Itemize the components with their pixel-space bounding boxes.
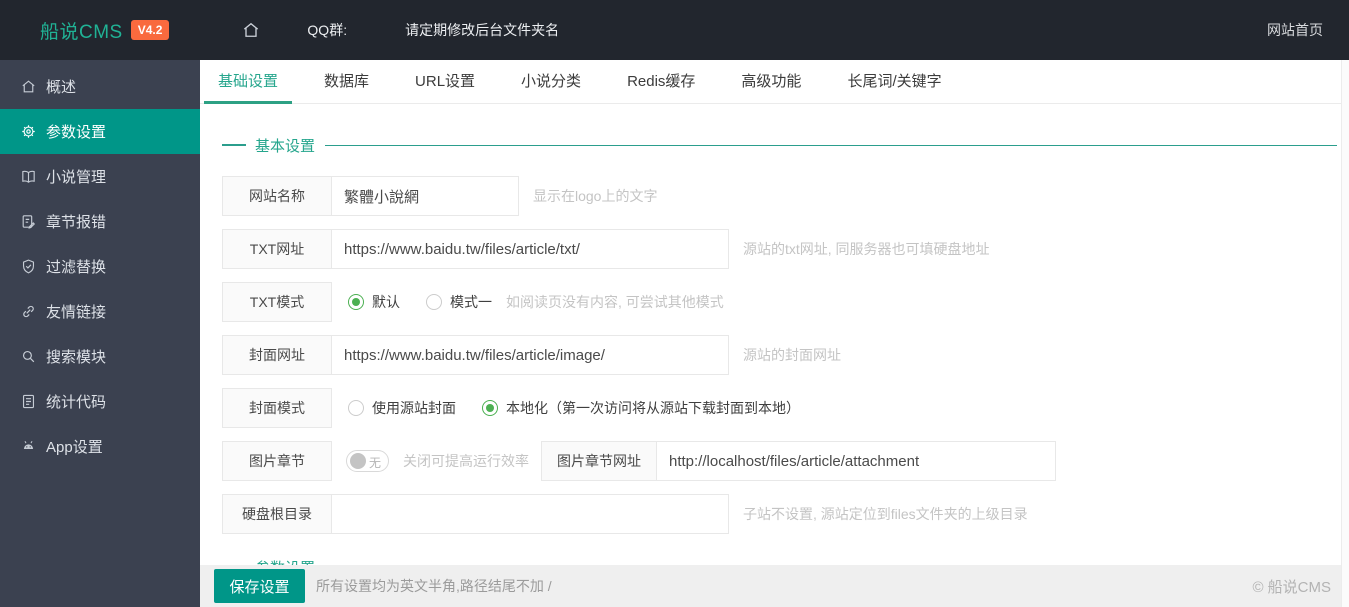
section-title: 基本设置	[255, 137, 316, 155]
txt-url-hint: 源站的txt网址, 同服务器也可填硬盘地址	[743, 241, 990, 257]
site-name-label: 网站名称	[222, 176, 332, 216]
gear-icon	[20, 123, 37, 140]
sidebar-item-search-module[interactable]: 搜索模块	[0, 334, 200, 379]
sidebar-item-friend-links[interactable]: 友情链接	[0, 289, 200, 334]
vertical-scrollbar[interactable]	[1341, 60, 1349, 607]
disk-root-label: 硬盘根目录	[222, 494, 332, 534]
cover-url-input[interactable]	[331, 335, 729, 375]
tab-basic-settings[interactable]: 基础设置	[204, 60, 293, 104]
form-row-site-name: 网站名称 显示在logo上的文字	[222, 176, 1337, 216]
toggle-knob	[350, 453, 366, 469]
version-badge: V4.2	[130, 20, 170, 40]
sidebar: 概述 参数设置 小说管理 章节报错 过滤替换 友情链接 搜索模块 统计代码 Ap…	[0, 60, 200, 607]
radio-unchecked-icon	[348, 400, 364, 416]
link-icon	[20, 303, 37, 320]
radio-option-label: 模式一	[450, 294, 492, 310]
txt-mode-option-mode1[interactable]: 模式一	[426, 292, 492, 312]
app-logo[interactable]: 船说CMS	[40, 17, 123, 44]
home-icon	[20, 78, 37, 95]
sidebar-item-novel-management[interactable]: 小说管理	[0, 154, 200, 199]
txt-url-label: TXT网址	[222, 229, 332, 269]
footer-note: 所有设置均为英文半角,路径结尾不加 /	[316, 578, 552, 594]
settings-tabs: 基础设置 数据库 URL设置 小说分类 Redis缓存 高级功能 长尾词/关键字	[200, 60, 1349, 104]
image-chapter-toggle[interactable]: 无	[346, 450, 389, 472]
report-icon	[20, 213, 37, 230]
cover-url-hint: 源站的封面网址	[743, 347, 841, 363]
disk-root-hint: 子站不设置, 源站定位到files文件夹的上级目录	[743, 506, 1028, 522]
topbar-notice: 请定期修改后台文件夹名	[405, 22, 560, 38]
site-name-input[interactable]	[331, 176, 519, 216]
copyright-text: © 船说CMS	[1252, 578, 1331, 596]
tab-redis-cache[interactable]: Redis缓存	[613, 60, 709, 103]
image-chapter-hint: 关闭可提高运行效率	[403, 453, 529, 469]
form-row-cover-mode: 封面模式 使用源站封面 本地化（第一次访问将从源站下载封面到本地）	[222, 388, 1337, 428]
save-settings-button[interactable]: 保存设置	[214, 569, 305, 603]
sidebar-item-chapter-errors[interactable]: 章节报错	[0, 199, 200, 244]
document-code-icon	[20, 393, 37, 410]
section-dash	[222, 144, 246, 146]
home-icon[interactable]	[241, 20, 261, 40]
sidebar-item-label: 搜索模块	[46, 349, 107, 366]
image-chapter-label: 图片章节	[222, 441, 332, 481]
sidebar-item-label: 小说管理	[46, 169, 107, 186]
search-icon	[20, 348, 37, 365]
txt-mode-hint: 如阅读页没有内容, 可尝试其他模式	[506, 294, 724, 310]
tab-longtail-keywords[interactable]: 长尾词/关键字	[833, 60, 955, 103]
disk-root-input[interactable]	[331, 494, 729, 534]
radio-checked-icon	[348, 294, 364, 310]
sidebar-item-parameter-settings[interactable]: 参数设置	[0, 109, 200, 154]
site-name-hint: 显示在logo上的文字	[533, 188, 658, 204]
tab-url-settings[interactable]: URL设置	[401, 60, 489, 103]
image-chapter-url-input[interactable]	[656, 441, 1056, 481]
main-content: 基础设置 数据库 URL设置 小说分类 Redis缓存 高级功能 长尾词/关键字…	[200, 60, 1349, 607]
sidebar-item-statistics-code[interactable]: 统计代码	[0, 379, 200, 424]
shield-check-icon	[20, 258, 37, 275]
sidebar-item-label: 统计代码	[46, 394, 107, 411]
form-scroll-area: 基本设置 网站名称 显示在logo上的文字 TXT网址 源站的txt网址, 同服…	[200, 104, 1349, 607]
sidebar-item-label: App设置	[46, 439, 103, 456]
qq-group-label: QQ群:	[307, 22, 348, 38]
sidebar-item-label: 友情链接	[46, 304, 107, 321]
sidebar-item-label: 过滤替换	[46, 259, 107, 276]
cover-mode-label: 封面模式	[222, 388, 332, 428]
book-icon	[20, 168, 37, 185]
cover-mode-option-localize[interactable]: 本地化（第一次访问将从源站下载封面到本地）	[482, 398, 800, 418]
txt-url-input[interactable]	[331, 229, 729, 269]
tab-advanced-features[interactable]: 高级功能	[727, 60, 815, 103]
site-home-link[interactable]: 网站首页	[1267, 20, 1323, 40]
form-row-txt-url: TXT网址 源站的txt网址, 同服务器也可填硬盘地址	[222, 229, 1337, 269]
cover-url-label: 封面网址	[222, 335, 332, 375]
radio-option-label: 默认	[372, 294, 400, 310]
txt-mode-label: TXT模式	[222, 282, 332, 322]
radio-unchecked-icon	[426, 294, 442, 310]
image-chapter-url-label: 图片章节网址	[541, 441, 657, 481]
form-row-disk-root: 硬盘根目录 子站不设置, 源站定位到files文件夹的上级目录	[222, 494, 1337, 534]
tab-novel-categories[interactable]: 小说分类	[507, 60, 595, 103]
form-row-cover-url: 封面网址 源站的封面网址	[222, 335, 1337, 375]
android-icon	[20, 438, 37, 455]
form-row-txt-mode: TXT模式 默认 模式一 如阅读页没有内容, 可尝试其他模式	[222, 282, 1337, 322]
footer-bar: 保存设置 所有设置均为英文半角,路径结尾不加 / © 船说CMS	[200, 565, 1349, 607]
tab-database[interactable]: 数据库	[310, 60, 383, 103]
sidebar-item-filter-replace[interactable]: 过滤替换	[0, 244, 200, 289]
form-row-image-chapter: 图片章节 无 关闭可提高运行效率 图片章节网址	[222, 441, 1337, 481]
cover-mode-option-source[interactable]: 使用源站封面	[348, 398, 456, 418]
section-header-basic: 基本设置	[222, 134, 1337, 156]
txt-mode-option-default[interactable]: 默认	[348, 292, 400, 312]
sidebar-item-app-settings[interactable]: App设置	[0, 424, 200, 469]
sidebar-item-label: 章节报错	[46, 214, 107, 231]
sidebar-item-label: 概述	[46, 79, 77, 96]
toggle-state-label: 无	[368, 456, 381, 470]
topbar: 船说CMS V4.2 QQ群: 请定期修改后台文件夹名 网站首页	[0, 0, 1349, 60]
sidebar-item-overview[interactable]: 概述	[0, 64, 200, 109]
radio-checked-icon	[482, 400, 498, 416]
sidebar-item-label: 参数设置	[46, 124, 107, 141]
radio-option-label: 本地化（第一次访问将从源站下载封面到本地）	[506, 400, 800, 416]
radio-option-label: 使用源站封面	[372, 400, 456, 416]
section-divider-line	[325, 144, 1337, 146]
